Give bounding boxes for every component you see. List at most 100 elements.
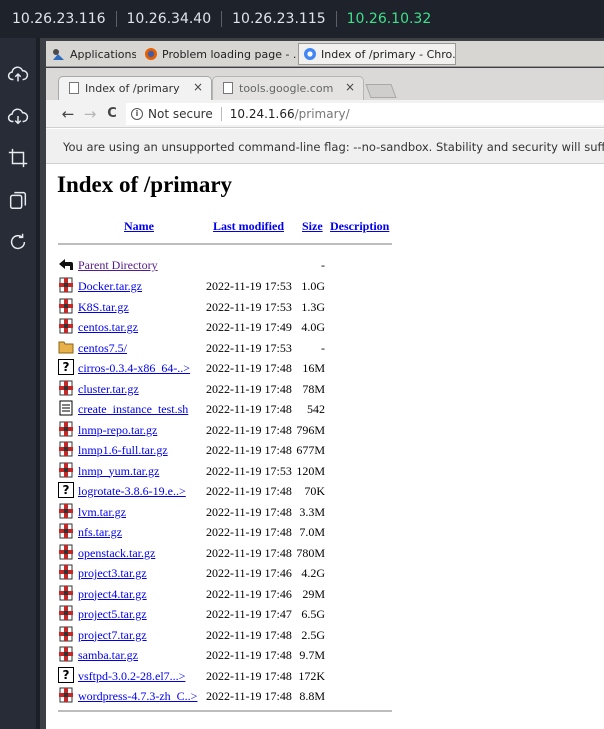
file-link[interactable]: wordpress-4.7.3-zh_C..>: [78, 689, 197, 704]
parent-directory-link[interactable]: Parent Directory: [78, 258, 158, 273]
file-size: 542: [307, 402, 325, 416]
file-row: nfs.tar.gz 2022-11-19 17:48 7.0M: [58, 522, 398, 542]
tab-label: Index of /primary: [85, 82, 180, 95]
taskbar-applications[interactable]: Applications: [48, 43, 136, 65]
cloud-download-icon: [7, 108, 29, 125]
tar-icon: [58, 297, 74, 314]
file-row: centos.tar.gz 2022-11-19 17:49 4.0G: [58, 317, 398, 337]
file-date: 2022-11-19 17:53: [206, 279, 292, 293]
file-row: centos7.5/2022-11-19 17:53 -: [58, 338, 398, 358]
taskbar-firefox[interactable]: Problem loading page - ...: [140, 43, 296, 65]
file-link[interactable]: project7.tar.gz: [78, 628, 147, 643]
file-size: 120M: [296, 463, 325, 478]
file-link[interactable]: project4.tar.gz: [78, 587, 147, 602]
file-link[interactable]: vsftpd-3.0.2-28.el7...>: [78, 669, 185, 684]
file-size: 78M: [302, 381, 325, 396]
file-link[interactable]: lnmp1.6-full.tar.gz: [78, 443, 168, 458]
tab-index-primary[interactable]: Index of /primary ×: [58, 76, 212, 100]
back-arrow-icon: [59, 259, 73, 270]
security-label[interactable]: Not secure: [148, 107, 213, 121]
tar-icon: [58, 646, 74, 662]
upload-button[interactable]: [0, 56, 36, 92]
tar-icon: [58, 605, 74, 621]
file-date: 2022-11-19 17:48: [206, 361, 292, 375]
file-date: 2022-11-19 17:48: [206, 443, 292, 457]
taskbar-label: Index of /primary - Chro...: [321, 47, 456, 61]
sort-by-size-link[interactable]: Size: [302, 219, 323, 234]
firefox-icon: [145, 48, 157, 60]
file-link[interactable]: project3.tar.gz: [78, 566, 147, 581]
host-tab-3[interactable]: 10.26.23.115: [232, 11, 326, 27]
tar-icon: [58, 441, 74, 457]
screenshot-button[interactable]: [0, 140, 36, 176]
close-icon[interactable]: ×: [345, 80, 355, 94]
file-link[interactable]: Docker.tar.gz: [78, 279, 142, 294]
file-link[interactable]: samba.tar.gz: [78, 648, 138, 663]
file-link[interactable]: lnmp_yum.tar.gz: [78, 464, 159, 479]
chrome-icon: [304, 48, 316, 60]
file-link[interactable]: logrotate-3.8.6-19.e..>: [78, 484, 186, 499]
page-title: Index of /primary: [57, 172, 233, 197]
refresh-button[interactable]: [0, 224, 36, 260]
file-row: project4.tar.gz 2022-11-19 17:46 29M: [58, 584, 398, 604]
file-size: 16M: [302, 361, 325, 375]
file-date: 2022-11-19 17:53: [206, 463, 292, 478]
close-icon[interactable]: ×: [193, 80, 203, 94]
tar-icon: [58, 625, 74, 642]
file-link[interactable]: K8S.tar.gz: [78, 300, 129, 315]
sort-by-modified-link[interactable]: Last modified: [213, 219, 284, 234]
file-link[interactable]: openstack.tar.gz: [78, 546, 155, 561]
refresh-icon: [10, 233, 26, 250]
new-tab-button[interactable]: [365, 84, 397, 98]
copy-button[interactable]: [0, 182, 36, 218]
sort-by-name-link[interactable]: Name: [124, 219, 154, 234]
address-bar[interactable]: i Not secure 10.24.1.66/primary/: [126, 103, 604, 125]
host-tab-2[interactable]: 10.26.34.40: [127, 11, 212, 27]
file-date: 2022-11-19 17:46: [206, 566, 292, 580]
file-row: samba.tar.gz 2022-11-19 17:48 9.7M: [58, 645, 398, 665]
file-date: 2022-11-19 17:48: [206, 668, 292, 683]
tab-tools-google[interactable]: tools.google.com ×: [212, 76, 364, 100]
file-row: ? cirros-0.3.4-x86_64-..> 2022-11-19 17:48…: [58, 358, 398, 378]
file-date: 2022-11-19 17:49: [206, 320, 292, 334]
file-link[interactable]: nfs.tar.gz: [78, 525, 122, 540]
unknown-file-icon: ?: [58, 359, 74, 375]
file-link[interactable]: project5.tar.gz: [78, 607, 147, 622]
tar-icon: [58, 502, 74, 519]
forward-button[interactable]: →: [82, 106, 98, 122]
host-tab-4-active[interactable]: 10.26.10.32: [347, 11, 432, 27]
tab-label: tools.google.com: [239, 82, 334, 95]
download-button[interactable]: [0, 98, 36, 134]
file-link[interactable]: cluster.tar.gz: [78, 382, 139, 397]
file-link[interactable]: centos.tar.gz: [78, 320, 138, 335]
back-button[interactable]: ←: [60, 106, 76, 122]
file-link[interactable]: cirros-0.3.4-x86_64-..>: [78, 361, 190, 376]
sort-by-description-link[interactable]: Description: [330, 219, 389, 234]
host-tab-1[interactable]: 10.26.23.116: [12, 11, 106, 27]
file-row: lvm.tar.gz 2022-11-19 17:48 3.3M: [58, 502, 398, 522]
file-size: 3.3M: [299, 504, 325, 519]
file-size: 1.3G: [301, 299, 325, 314]
page-icon: [223, 82, 233, 94]
file-link[interactable]: centos7.5/: [78, 341, 127, 356]
file-size: 8.8M: [299, 689, 325, 703]
file-size: 1.0G: [301, 279, 325, 293]
text-file-icon: [59, 400, 73, 416]
file-link[interactable]: lvm.tar.gz: [78, 505, 126, 520]
file-size: 2.5G: [301, 627, 325, 642]
browser-toolbar: ← → C i Not secure 10.24.1.66/primary/: [46, 100, 604, 128]
file-date: 2022-11-19 17:48: [206, 627, 292, 642]
file-date: 2022-11-19 17:48: [206, 402, 292, 416]
taskbar-chrome[interactable]: Index of /primary - Chro...: [298, 43, 456, 65]
file-link[interactable]: lnmp-repo.tar.gz: [78, 423, 157, 438]
file-date: 2022-11-19 17:48: [206, 648, 292, 662]
file-link[interactable]: create_instance_test.sh: [78, 402, 188, 417]
file-date: 2022-11-19 17:48: [206, 525, 292, 539]
file-row: lnmp1.6-full.tar.gz 2022-11-19 17:48 677M: [58, 440, 398, 460]
info-icon[interactable]: i: [131, 108, 143, 120]
reload-button[interactable]: C: [104, 106, 120, 122]
footer-divider: [58, 710, 392, 712]
browser-window: Index of /primary × tools.google.com × ←…: [46, 68, 604, 729]
tar-icon: [58, 523, 74, 539]
tar-icon: [58, 584, 74, 601]
